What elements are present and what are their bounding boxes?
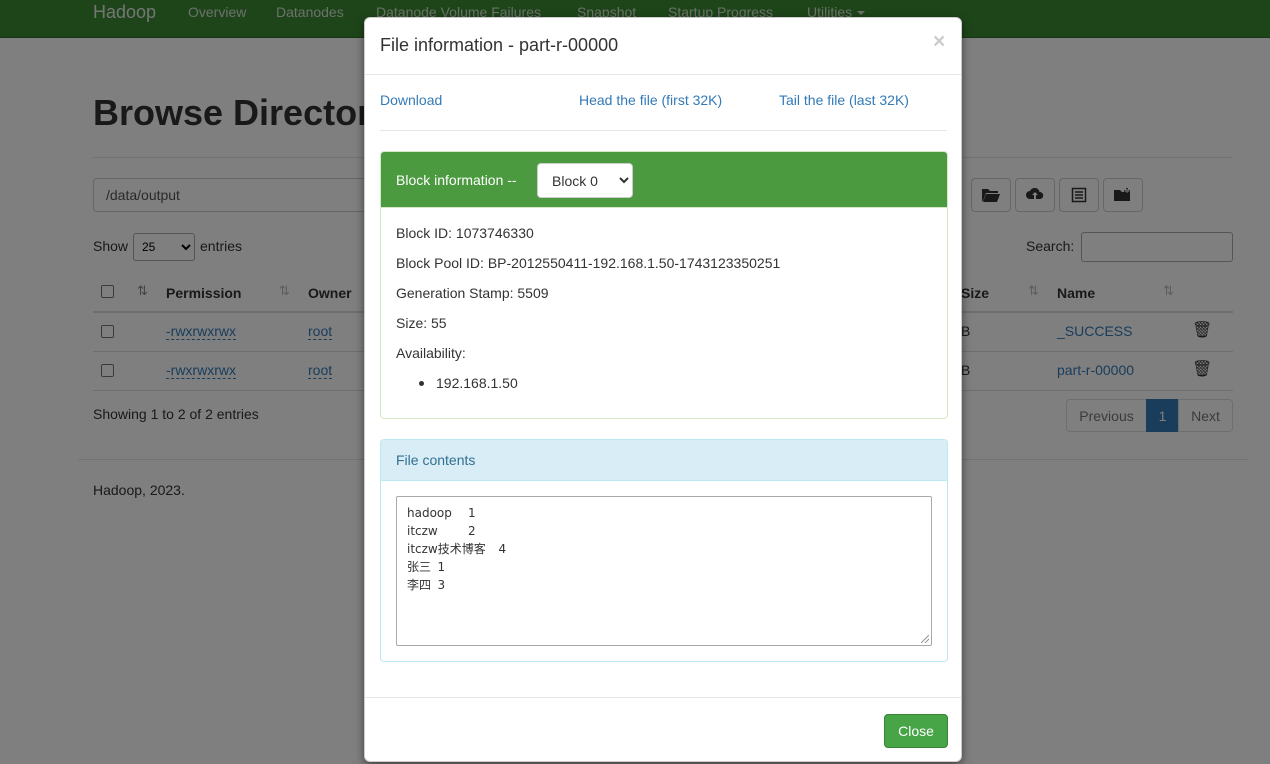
block-panel-heading: Block information -- Block 0 (381, 152, 947, 208)
block-panel-title: Block information -- (396, 172, 517, 188)
availability-label: Availability: (396, 345, 466, 361)
file-content-line: 张三 1 (407, 560, 446, 574)
file-contents-panel: File contents hadoop 1 itczw 2 itczw技术博客… (380, 439, 948, 662)
download-link[interactable]: Download (380, 92, 442, 108)
block-select[interactable]: Block 0 (537, 163, 633, 198)
file-content-line: hadoop 1 (407, 506, 476, 520)
file-contents-heading: File contents (381, 440, 947, 481)
resize-handle-icon[interactable] (921, 635, 929, 643)
modal-footer-divider (365, 697, 961, 698)
modal-title: File information - part-r-00000 (380, 35, 619, 55)
tail-file-link[interactable]: Tail the file (last 32K) (779, 92, 909, 108)
file-content-line: itczw技术博客 4 (407, 542, 507, 556)
head-file-link[interactable]: Head the file (first 32K) (579, 92, 722, 108)
close-button[interactable]: Close (884, 714, 948, 748)
block-id-text: Block ID: 1073746330 (396, 225, 534, 241)
file-information-modal: File information - part-r-00000 × Downlo… (364, 17, 962, 762)
availability-host: 192.168.1.50 (436, 375, 518, 391)
file-contents-title: File contents (396, 452, 476, 468)
list-bullet (419, 381, 424, 386)
file-content-line: 李四 3 (407, 578, 446, 592)
block-information-panel: Block information -- Block 0 Block ID: 1… (380, 151, 948, 419)
block-pool-id-text: Block Pool ID: BP-2012550411-192.168.1.5… (396, 255, 781, 271)
file-contents-textarea[interactable]: hadoop 1 itczw 2 itczw技术博客 4 张三 1 李四 3 (396, 496, 932, 646)
generation-stamp-text: Generation Stamp: 5509 (396, 285, 549, 301)
block-size-text: Size: 55 (396, 315, 447, 331)
close-icon[interactable]: × (933, 31, 945, 52)
file-content-line: itczw 2 (407, 524, 476, 538)
links-divider (380, 130, 947, 131)
modal-header: File information - part-r-00000 × (365, 18, 961, 75)
